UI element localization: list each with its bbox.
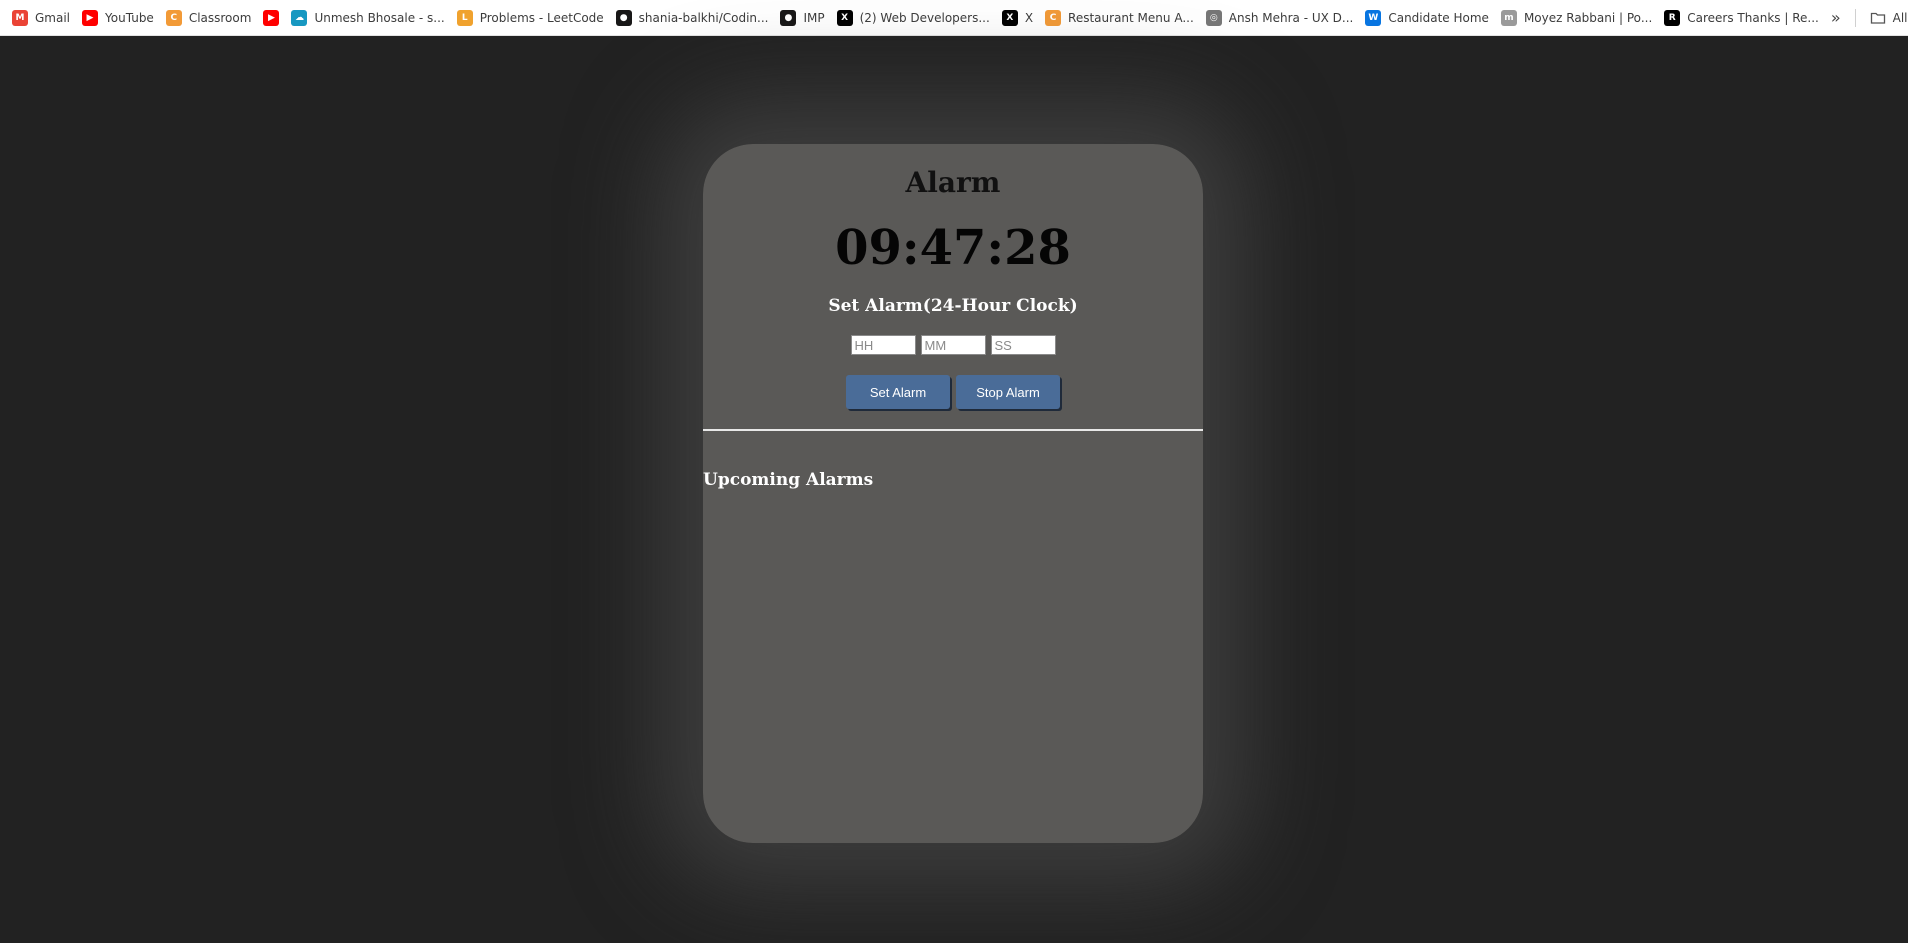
bookmark-label: YouTube bbox=[105, 10, 154, 25]
bookmark-label: X bbox=[1024, 10, 1034, 25]
bookmark-item[interactable]: C Classroom bbox=[160, 4, 258, 32]
hours-input[interactable] bbox=[850, 335, 916, 355]
bookmark-item[interactable]: R Careers Thanks | Re... bbox=[1658, 4, 1825, 32]
github-icon: ● bbox=[615, 9, 632, 26]
divider bbox=[703, 429, 1203, 431]
github-icon: ● bbox=[780, 9, 797, 26]
bookmark-item[interactable]: M Gmail bbox=[6, 4, 76, 32]
bookmark-label: Careers Thanks | Re... bbox=[1687, 10, 1819, 25]
bookmarks-separator bbox=[1854, 8, 1856, 27]
bookmark-item[interactable]: ☁ Unmesh Bhosale - s... bbox=[285, 4, 450, 32]
all-bookmarks-button[interactable]: All Bookmarks bbox=[1864, 4, 1908, 32]
alarm-card: Alarm 09:47:28 Set Alarm(24-Hour Clock) … bbox=[703, 144, 1203, 843]
bookmark-label: Unmesh Bhosale - s... bbox=[314, 10, 445, 25]
alarm-buttons: Set Alarm Stop Alarm bbox=[703, 375, 1203, 409]
set-alarm-button[interactable]: Set Alarm bbox=[846, 375, 950, 409]
bookmark-label: Candidate Home bbox=[1388, 10, 1489, 25]
r-icon: R bbox=[1664, 9, 1681, 26]
bookmark-item[interactable]: C Restaurant Menu A... bbox=[1039, 4, 1200, 32]
bookmarks-list: M Gmail ▶ YouTube C Classroom ▶ ☁ Unmesh Bhosale… bbox=[6, 4, 1825, 32]
folder-icon bbox=[1870, 10, 1886, 26]
bookmark-label: Classroom bbox=[188, 10, 252, 25]
leetcode-icon: L bbox=[456, 9, 473, 26]
classroom-icon: C bbox=[165, 9, 182, 26]
minutes-input[interactable] bbox=[920, 335, 986, 355]
bookmark-item[interactable]: XX bbox=[996, 4, 1039, 32]
page-title: Alarm bbox=[905, 166, 1001, 199]
bookmark-item[interactable]: L Problems - LeetCode bbox=[451, 4, 610, 32]
codecademy-icon: C bbox=[1045, 9, 1062, 26]
bookmark-item[interactable]: ◎ Ansh Mehra - UX D... bbox=[1200, 4, 1360, 32]
x-icon: X bbox=[1001, 9, 1018, 26]
bookmark-item[interactable]: ● IMP bbox=[774, 4, 830, 32]
set-alarm-heading: Set Alarm(24-Hour Clock) bbox=[828, 296, 1078, 316]
bookmark-item[interactable]: W Candidate Home bbox=[1359, 4, 1495, 32]
bookmark-item[interactable]: m Moyez Rabbani | Po... bbox=[1495, 4, 1658, 32]
alarm-time-inputs bbox=[703, 335, 1203, 355]
bookmarks-bar: M Gmail ▶ YouTube C Classroom ▶ ☁ Unmesh Bhosale… bbox=[0, 0, 1908, 36]
workday-icon: W bbox=[1365, 9, 1382, 26]
bookmark-item[interactable]: ▶ YouTube bbox=[76, 4, 160, 32]
bookmark-label: Gmail bbox=[35, 10, 71, 25]
bookmark-label: Moyez Rabbani | Po... bbox=[1523, 10, 1653, 25]
all-bookmarks-label: All Bookmarks bbox=[1892, 10, 1908, 25]
bookmark-item[interactable]: X (2) Web Developers... bbox=[831, 4, 996, 32]
gmail-icon: M bbox=[12, 9, 28, 26]
site-icon: ◎ bbox=[1205, 9, 1222, 26]
bookmark-label: (2) Web Developers... bbox=[859, 10, 990, 25]
youtube-icon: ▶ bbox=[263, 9, 280, 26]
bookmark-label: Restaurant Menu A... bbox=[1068, 10, 1194, 25]
seconds-input[interactable] bbox=[990, 335, 1056, 355]
bookmark-item[interactable]: ● shania-balkhi/Codin... bbox=[610, 4, 775, 32]
stop-alarm-button[interactable]: Stop Alarm bbox=[956, 375, 1060, 409]
bookmarks-overflow-button[interactable]: » bbox=[1825, 4, 1847, 32]
upcoming-alarms-heading: Upcoming Alarms bbox=[703, 470, 874, 490]
portfolio-icon: m bbox=[1500, 9, 1517, 26]
x-icon: X bbox=[836, 9, 853, 26]
bookmark-label: IMP bbox=[803, 10, 825, 25]
bookmark-item[interactable]: ▶ bbox=[257, 4, 285, 32]
chevron-double-right-icon: » bbox=[1830, 8, 1841, 27]
youtube-icon: ▶ bbox=[82, 9, 99, 26]
bookmark-label: Problems - LeetCode bbox=[479, 10, 604, 25]
current-time-display: 09:47:28 bbox=[835, 220, 1071, 276]
bookmark-label: Ansh Mehra - UX D... bbox=[1228, 10, 1354, 25]
salesforce-icon: ☁ bbox=[291, 9, 308, 26]
bookmark-label: shania-balkhi/Codin... bbox=[638, 10, 769, 25]
